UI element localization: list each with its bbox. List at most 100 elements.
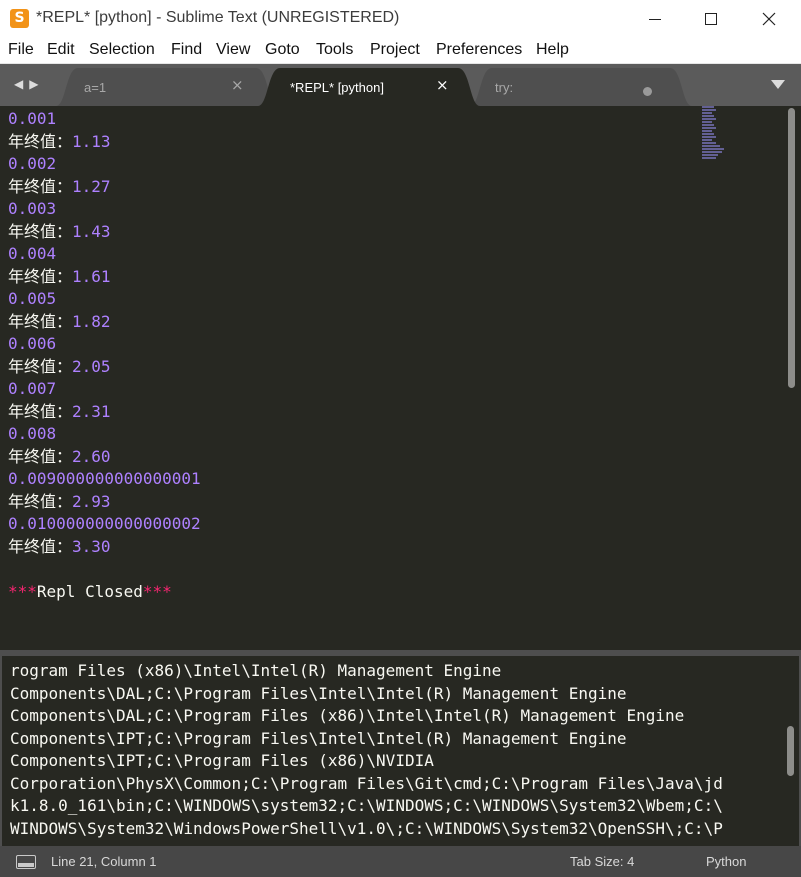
close-window-button[interactable] (746, 0, 792, 38)
sublime-text-logo-icon: S (10, 9, 29, 28)
menu-preferences[interactable]: Preferences (436, 41, 522, 59)
editor-scrollbar[interactable] (788, 108, 795, 388)
tab-label: try: (495, 80, 514, 95)
output-panel[interactable]: rogram Files (x86)\Intel\Intel(R) Manage… (0, 656, 801, 846)
menu-project[interactable]: Project (370, 41, 420, 59)
code-line: 年终值：2.93 (8, 491, 201, 514)
tab-list-dropdown-icon[interactable] (771, 80, 785, 89)
tab-try[interactable]: try: (470, 68, 692, 106)
year-end-label: 年终值： (8, 131, 73, 151)
code-line: 年终值：1.13 (8, 131, 201, 154)
minimap-line (702, 112, 712, 114)
tab-a1[interactable]: a=1 × (56, 68, 278, 106)
panel-scrollbar[interactable] (787, 726, 794, 776)
cursor-position: Line 21, Column 1 (51, 854, 157, 869)
minimap-line (702, 148, 724, 150)
minimap-line (702, 142, 716, 144)
tab-bar: ◀▶ a=1 × try: *REPL* [python] × (0, 64, 801, 106)
status-bar: Line 21, Column 1 Tab Size: 4 Python (0, 846, 801, 877)
year-end-label: 年终值： (8, 491, 73, 511)
minimap-line (702, 151, 722, 153)
close-icon (762, 12, 776, 26)
minimap-line (702, 154, 718, 156)
panel-line: Corporation\PhysX\Common;C:\Program File… (10, 773, 723, 793)
minimap-line (702, 106, 714, 108)
code-line: 年终值：3.30 (8, 536, 201, 559)
code-line: 0.002 (8, 153, 201, 176)
minimap-line (702, 130, 712, 132)
arrow-left-icon[interactable]: ◀ (14, 77, 29, 91)
menu-goto[interactable]: Goto (265, 41, 300, 59)
panel-line: Components\DAL;C:\Program Files\Intel\In… (10, 683, 627, 703)
minimap-line (702, 118, 716, 120)
code-line: 0.010000000000000002 (8, 513, 201, 536)
code-line: 年终值：1.61 (8, 266, 201, 289)
rate-value: 0.007 (8, 379, 57, 398)
code-line: 0.005 (8, 288, 201, 311)
unsaved-dot-icon[interactable] (643, 87, 652, 96)
code-lines: 0.001 年终值：1.13 0.002 年终值：1.27 0.003 年终值：1.43 0… (8, 108, 201, 603)
window-title: *REPL* [python] - Sublime Text (UNREGIST… (36, 9, 400, 26)
tab-repl-python[interactable]: *REPL* [python] × (258, 68, 480, 106)
code-line: 年终值：2.31 (8, 401, 201, 424)
year-end-label: 年终值： (8, 446, 73, 466)
editor-view[interactable]: 0.001 年终值：1.13 0.002 年终值：1.27 0.003 年终值：1.43 0… (0, 106, 801, 650)
menu-bar: File Edit Selection Find View Goto Tools… (0, 38, 801, 64)
code-line: 年终值：1.27 (8, 176, 201, 199)
code-line: 0.008 (8, 423, 201, 446)
minimap[interactable] (702, 106, 742, 166)
repl-closed-stars: *** (8, 581, 37, 601)
year-end-value: 2.93 (72, 491, 111, 511)
minimap-line (702, 139, 712, 141)
year-end-label: 年终值： (8, 176, 73, 196)
rate-value: 0.005 (8, 289, 57, 308)
menu-help[interactable]: Help (536, 41, 569, 59)
code-line: 0.003 (8, 198, 201, 221)
year-end-value: 1.61 (72, 266, 111, 286)
rate-value: 0.008 (8, 424, 57, 443)
rate-value: 0.001 (8, 109, 57, 128)
panel-toggle-icon[interactable] (16, 855, 36, 869)
panel-output: rogram Files (x86)\Intel\Intel(R) Manage… (10, 660, 723, 840)
year-end-label: 年终值： (8, 266, 73, 286)
year-end-value: 3.30 (72, 536, 111, 556)
code-line: 0.009000000000000001 (8, 468, 201, 491)
panel-line: rogram Files (x86)\Intel\Intel(R) Manage… (10, 661, 502, 680)
tab-size[interactable]: Tab Size: 4 (570, 854, 634, 869)
close-icon[interactable]: × (436, 78, 449, 93)
menu-selection[interactable]: Selection (89, 41, 155, 59)
minimap-line (702, 136, 716, 138)
year-end-value: 1.82 (72, 311, 111, 331)
panel-line: Components\IPT;C:\Program Files (x86)\NV… (10, 751, 434, 770)
maximize-button[interactable] (688, 0, 734, 38)
menu-tools[interactable]: Tools (316, 41, 353, 59)
menu-edit[interactable]: Edit (47, 41, 75, 59)
menu-file[interactable]: File (8, 41, 34, 59)
panel-line: Components\IPT;C:\Program Files\Intel\In… (10, 728, 627, 748)
code-line: 0.006 (8, 333, 201, 356)
code-line: 年终值：1.82 (8, 311, 201, 334)
minimap-line (702, 133, 714, 135)
panel-line: Components\DAL;C:\Program Files (x86)\In… (10, 706, 685, 725)
syntax-selector[interactable]: Python (706, 854, 746, 869)
arrow-right-icon[interactable]: ▶ (29, 77, 44, 91)
minimize-button[interactable] (632, 0, 678, 38)
code-line: 0.001 (8, 108, 201, 131)
year-end-label: 年终值： (8, 536, 73, 556)
code-line: ***Repl Closed*** (8, 581, 201, 604)
tab-nav-arrows[interactable]: ◀▶ (14, 77, 44, 91)
minimap-line (702, 124, 714, 126)
minimap-line (702, 127, 716, 129)
year-end-value: 2.05 (72, 356, 111, 376)
year-end-value: 1.27 (72, 176, 111, 196)
minimap-line (702, 157, 716, 159)
close-icon[interactable]: × (231, 78, 244, 93)
maximize-icon (705, 13, 717, 25)
year-end-value: 1.43 (72, 221, 111, 241)
menu-view[interactable]: View (216, 41, 250, 59)
minimap-line (702, 115, 714, 117)
menu-find[interactable]: Find (171, 41, 202, 59)
minimap-line (702, 109, 716, 111)
rate-value: 0.003 (8, 199, 57, 218)
